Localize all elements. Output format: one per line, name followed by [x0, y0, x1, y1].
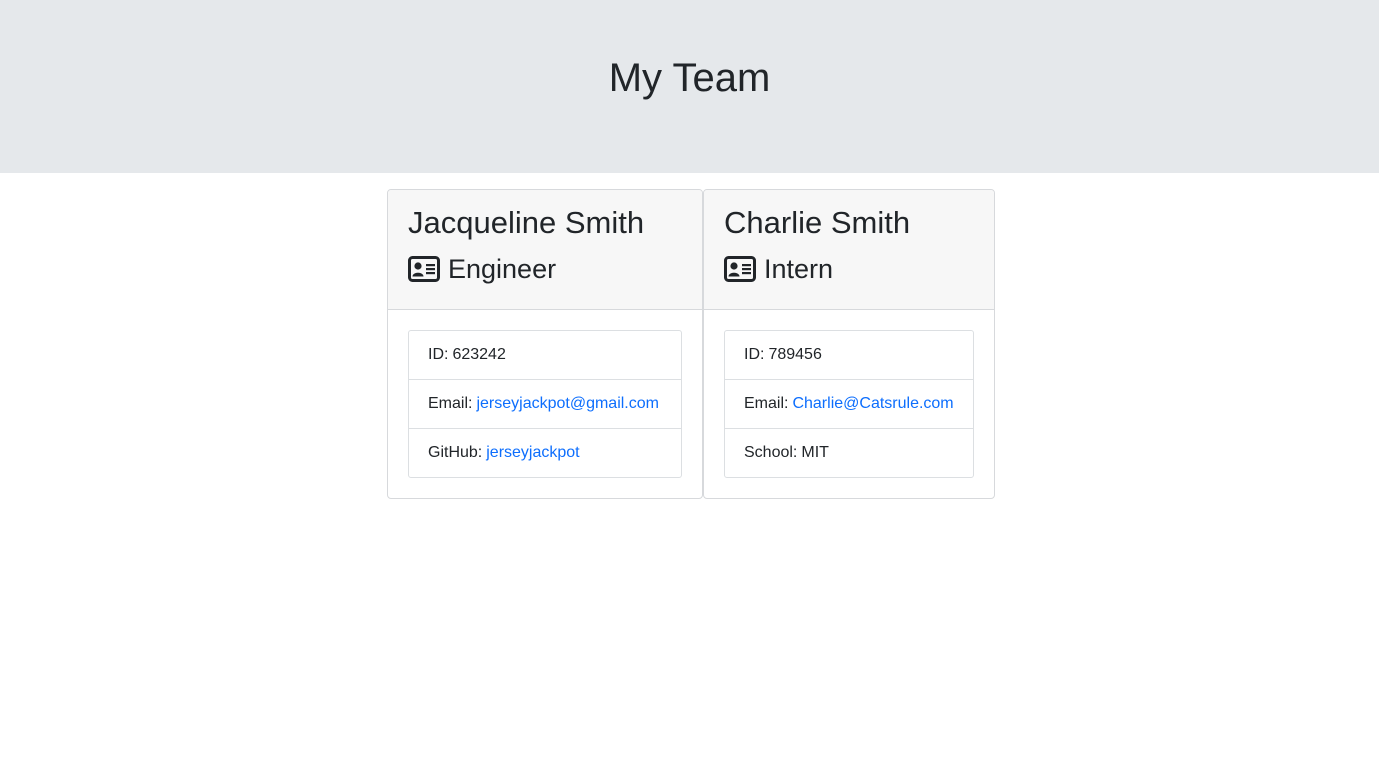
info-list: ID: 623242 Email: jerseyjackpot@gmail.co…	[408, 330, 682, 478]
list-item-id: ID: 789456	[725, 331, 973, 380]
id-label: ID:	[744, 346, 765, 363]
card-header: Charlie Smith Intern	[704, 190, 994, 310]
list-item-email: Email: Charlie@Catsrule.com	[725, 380, 973, 429]
school-label: School:	[744, 444, 798, 461]
employee-name: Charlie Smith	[724, 205, 911, 240]
email-link[interactable]: Charlie@Catsrule.com	[792, 395, 953, 413]
id-value: 789456	[768, 346, 822, 363]
list-item-id: ID: 623242	[409, 331, 681, 380]
card-header: Jacqueline Smith Engineer	[388, 190, 702, 310]
employee-role: Engineer	[408, 252, 556, 286]
list-item-school: School: MIT	[725, 429, 973, 477]
page-header: My Team	[0, 0, 1379, 173]
employee-card-engineer: Jacqueline Smith Engineer ID: 623242 Ema…	[387, 189, 703, 499]
role-label: Engineer	[448, 254, 557, 284]
id-value: 623242	[452, 346, 506, 363]
employee-role: Intern	[724, 252, 833, 286]
id-label: ID:	[428, 346, 449, 363]
employee-name: Jacqueline Smith	[408, 205, 645, 240]
github-link[interactable]: jerseyjackpot	[486, 444, 579, 462]
employee-card-intern: Charlie Smith Intern ID: 789456 Email: C…	[703, 189, 995, 499]
role-label: Intern	[764, 254, 834, 284]
email-link[interactable]: jerseyjackpot@gmail.com	[476, 395, 659, 413]
info-list: ID: 789456 Email: Charlie@Catsrule.com S…	[724, 330, 974, 478]
school-value: MIT	[801, 444, 829, 461]
id-card-icon	[724, 256, 756, 282]
list-item-email: Email: jerseyjackpot@gmail.com	[409, 380, 681, 429]
email-label: Email:	[744, 395, 789, 412]
id-card-icon	[408, 256, 440, 282]
list-item-github: GitHub: jerseyjackpot	[409, 429, 681, 477]
github-label: GitHub:	[428, 444, 483, 461]
page-title: My Team	[608, 56, 771, 100]
email-label: Email:	[428, 395, 473, 412]
